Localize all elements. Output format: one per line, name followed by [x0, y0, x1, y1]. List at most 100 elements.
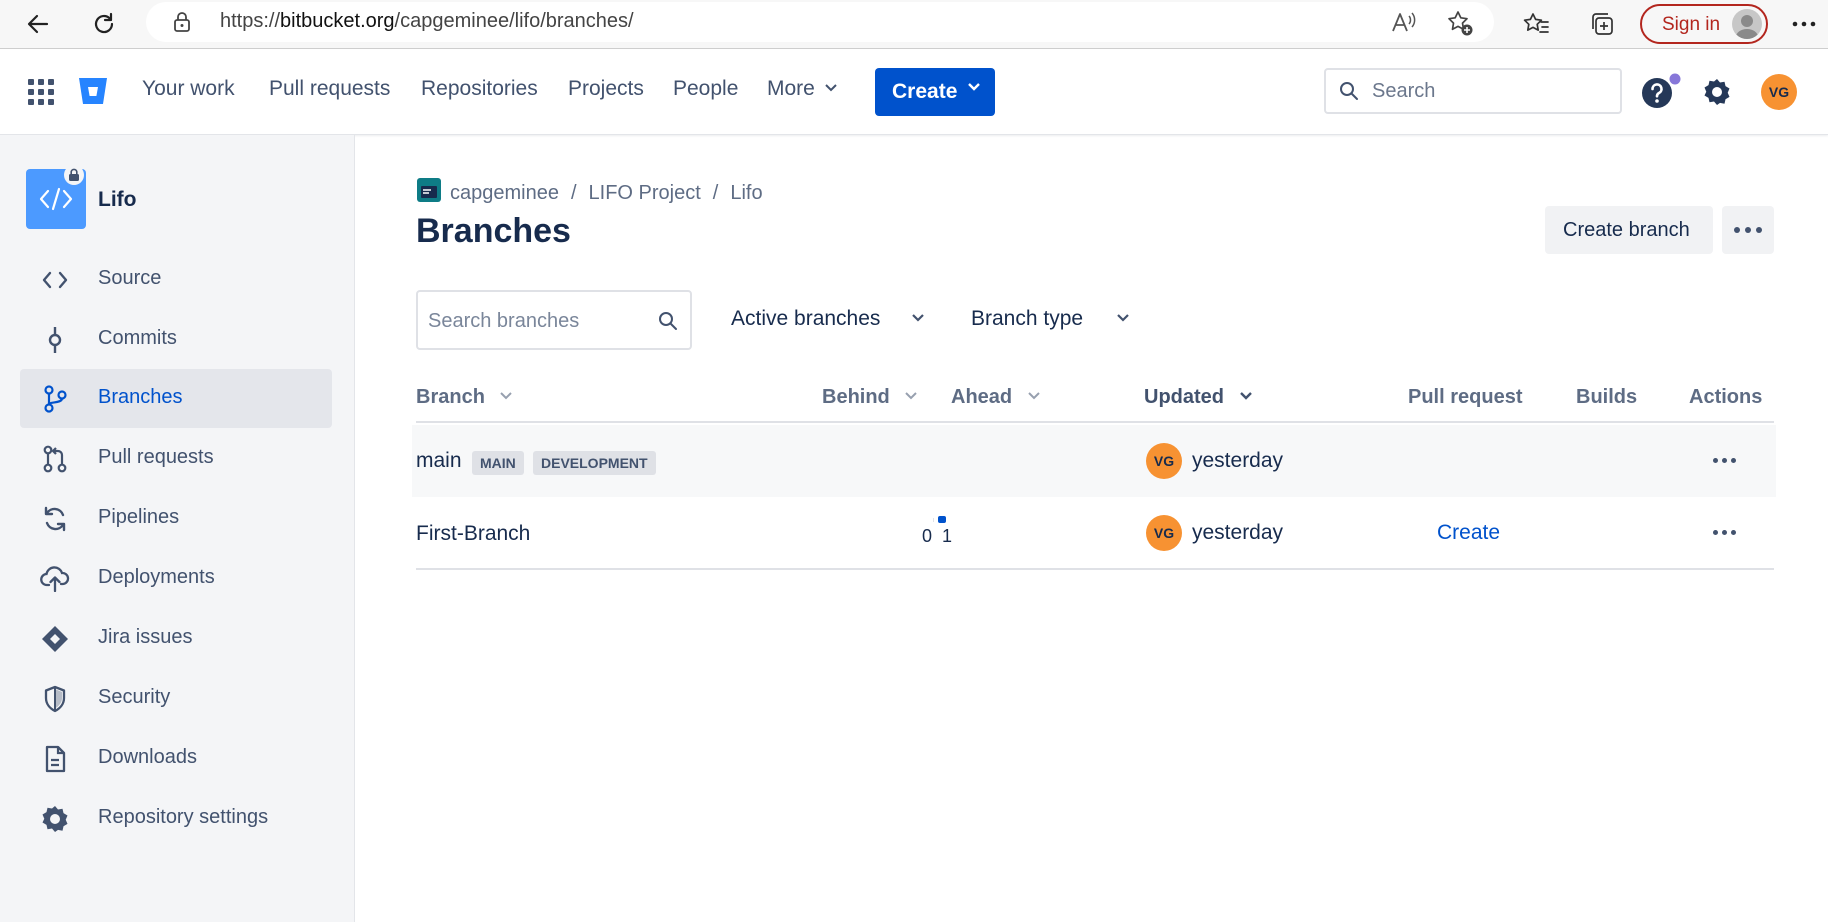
breadcrumb-separator: /	[570, 182, 577, 204]
nav-projects[interactable]: Projects	[568, 77, 644, 101]
pipelines-icon	[40, 504, 70, 534]
branch-tag-development: DEVELOPMENT	[533, 451, 656, 475]
breadcrumb-project[interactable]: LIFO Project	[589, 182, 701, 204]
workspace-icon	[417, 178, 441, 202]
sidebar-item-pull-requests[interactable]: Pull requests	[20, 429, 332, 488]
nav-more[interactable]: More	[767, 77, 837, 101]
sidebar-item-label: Branches	[98, 386, 183, 408]
sidebar-item-label: Jira issues	[98, 626, 193, 648]
more-actions-button[interactable]	[1722, 206, 1774, 254]
user-avatar[interactable]: VG	[1761, 74, 1797, 110]
chevron-down-icon	[905, 392, 918, 400]
column-header-ahead[interactable]: Ahead	[951, 386, 1040, 409]
sidebar-item-commits[interactable]: Commits	[20, 310, 332, 369]
ahead-bar	[938, 516, 946, 523]
chevron-down-icon	[824, 84, 837, 92]
repository-name[interactable]: Lifo	[98, 188, 136, 212]
chevron-down-icon	[1117, 314, 1129, 322]
top-navigation: Your work Pull requests Repositories Pro…	[0, 49, 1828, 135]
collections-icon[interactable]	[1584, 6, 1620, 42]
reload-icon[interactable]	[86, 6, 122, 42]
sidebar-item-branches[interactable]: Branches	[20, 369, 332, 428]
address-bar[interactable]: https://bitbucket.org/capgeminee/lifo/br…	[146, 2, 1494, 42]
create-pull-request-link[interactable]: Create	[1437, 521, 1500, 545]
table-bottom-divider	[416, 568, 1774, 570]
sidebar-item-label: Pipelines	[98, 506, 180, 528]
updated-time: yesterday	[1192, 449, 1284, 472]
breadcrumb-separator: /	[712, 182, 719, 204]
sidebar-item-label: Security	[98, 686, 171, 708]
settings-gear-icon[interactable]	[1702, 77, 1732, 112]
help-icon[interactable]	[1641, 73, 1681, 118]
nav-repositories[interactable]: Repositories	[421, 77, 538, 101]
code-icon	[40, 265, 70, 295]
favorite-add-icon[interactable]	[1446, 9, 1474, 42]
breadcrumb-repository[interactable]: Lifo	[730, 182, 762, 204]
column-header-branch[interactable]: Branch	[416, 386, 513, 409]
profile-avatar-icon	[1732, 9, 1762, 39]
app-switcher-icon[interactable]	[28, 79, 54, 110]
nav-people[interactable]: People	[673, 77, 738, 101]
sidebar-item-label: Downloads	[98, 746, 197, 768]
table-header-divider	[416, 421, 1774, 423]
branch-type-filter[interactable]: Branch type	[971, 307, 1129, 331]
row-actions-icon[interactable]	[1711, 456, 1741, 466]
sidebar-item-downloads[interactable]: Downloads	[20, 729, 332, 788]
read-aloud-icon[interactable]	[1390, 10, 1416, 39]
url-host: bitbucket.org	[280, 10, 395, 32]
jira-icon	[40, 624, 70, 654]
bitbucket-logo-icon[interactable]	[77, 76, 109, 111]
branch-name-main[interactable]: main	[416, 449, 462, 473]
column-header-updated[interactable]: Updated	[1144, 386, 1252, 409]
active-branches-filter[interactable]: Active branches	[731, 307, 925, 331]
url-text[interactable]: https://bitbucket.org/capgeminee/lifo/br…	[220, 10, 634, 33]
column-header-pull-request: Pull request	[1408, 386, 1523, 408]
lock-icon[interactable]	[172, 11, 192, 38]
favorites-icon[interactable]	[1518, 6, 1554, 42]
column-header-builds: Builds	[1576, 386, 1638, 408]
global-search-input[interactable]: Search	[1324, 68, 1622, 114]
sidebar-item-label: Commits	[98, 327, 177, 349]
branch-name-first-branch[interactable]: First-Branch	[416, 522, 530, 546]
repository-avatar[interactable]	[26, 165, 86, 229]
create-branch-button[interactable]: Create branch	[1545, 206, 1713, 254]
chevron-down-icon	[500, 392, 513, 400]
code-brackets-icon	[39, 187, 73, 211]
breadcrumb-workspace[interactable]: capgeminee	[450, 182, 559, 204]
sidebar-item-label: Source	[98, 267, 162, 289]
column-header-actions: Actions	[1689, 386, 1763, 408]
branches-icon	[40, 384, 70, 414]
nav-your-work[interactable]: Your work	[142, 77, 235, 101]
sidebar-item-repository-settings[interactable]: Repository settings	[20, 789, 332, 848]
sidebar-item-deployments[interactable]: Deployments	[20, 549, 332, 608]
updated-by-avatar: VG	[1146, 443, 1182, 479]
sidebar-item-pipelines[interactable]: Pipelines	[20, 489, 332, 548]
row-actions-icon[interactable]	[1711, 528, 1741, 538]
column-header-label: Branch	[416, 386, 485, 408]
create-button-label: Create	[892, 80, 958, 103]
create-branch-label: Create branch	[1563, 219, 1690, 241]
search-placeholder: Search	[1372, 80, 1436, 102]
sidebar-item-jira-issues[interactable]: Jira issues	[20, 609, 332, 668]
column-header-behind[interactable]: Behind	[822, 386, 918, 409]
sign-in-button[interactable]: Sign in	[1640, 4, 1768, 44]
search-branches-input[interactable]: Search branches	[416, 290, 692, 350]
sidebar-item-label: Pull requests	[98, 446, 214, 468]
url-path: /capgeminee/lifo/branches/	[394, 10, 634, 32]
more-dots-icon	[1734, 227, 1762, 233]
browser-menu-icon[interactable]	[1786, 6, 1822, 42]
private-lock-icon	[64, 165, 84, 185]
nav-pull-requests[interactable]: Pull requests	[269, 77, 390, 101]
shield-icon	[40, 684, 70, 714]
chevron-down-icon	[912, 314, 925, 322]
active-branches-label: Active branches	[731, 307, 881, 330]
back-arrow-icon[interactable]	[20, 6, 56, 42]
page-title: Branches	[416, 212, 571, 250]
sidebar-item-security[interactable]: Security	[20, 669, 332, 728]
create-button[interactable]: Create	[875, 68, 995, 116]
browser-toolbar: https://bitbucket.org/capgeminee/lifo/br…	[0, 0, 1828, 49]
chevron-down-icon	[968, 83, 980, 91]
branch-tag-main: MAIN	[472, 451, 524, 475]
chevron-down-icon	[1027, 392, 1040, 400]
sidebar-item-source[interactable]: Source	[20, 250, 332, 309]
